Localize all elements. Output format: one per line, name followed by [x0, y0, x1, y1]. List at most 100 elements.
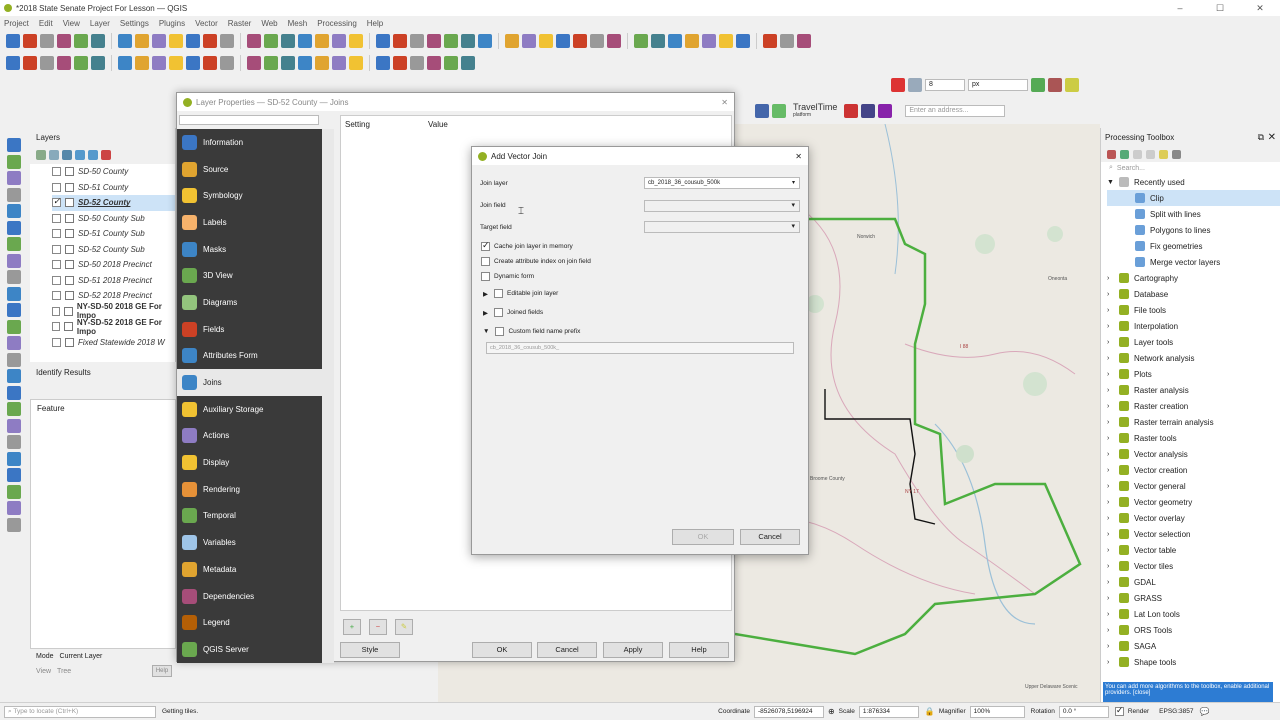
- target-field-select[interactable]: ▾: [644, 221, 800, 233]
- sidebar-item-display[interactable]: Display: [177, 449, 322, 476]
- digitize-tool-2-icon[interactable]: [23, 56, 37, 70]
- magnifier-input[interactable]: 100%: [969, 705, 1025, 718]
- gear-icon[interactable]: [844, 104, 859, 118]
- snap-layer-icon[interactable]: [908, 78, 922, 92]
- main-tool-2-icon[interactable]: [23, 34, 37, 48]
- layer-props-search[interactable]: [179, 115, 319, 125]
- digitize-tool-24-icon[interactable]: [427, 56, 441, 70]
- digitize-tool-8-icon[interactable]: [135, 56, 149, 70]
- sidebar-item-variables[interactable]: Variables: [177, 529, 322, 556]
- expand-arrow-icon[interactable]: ›: [1107, 659, 1119, 666]
- expand-arrow-icon[interactable]: ›: [1107, 627, 1119, 634]
- digitize-tool-5-icon[interactable]: [74, 56, 88, 70]
- digitize-tool-9-icon[interactable]: [152, 56, 166, 70]
- intersection-icon[interactable]: [1065, 78, 1079, 92]
- main-tool-14-icon[interactable]: [247, 34, 261, 48]
- close-toolbox-icon[interactable]: ✕: [1268, 132, 1276, 143]
- trace-icon[interactable]: [1031, 78, 1045, 92]
- dynamic-form-row[interactable]: Dynamic form: [481, 272, 534, 281]
- toolbox-group[interactable]: › Network analysis: [1107, 350, 1280, 366]
- expand-arrow-icon[interactable]: ›: [1107, 595, 1119, 602]
- main-tool-4-icon[interactable]: [57, 34, 71, 48]
- editable-checkbox[interactable]: [494, 289, 503, 298]
- sidebar-item-source[interactable]: Source: [177, 156, 322, 183]
- expand-arrow-icon[interactable]: ›: [1107, 403, 1119, 410]
- toolbox-group[interactable]: › Database: [1107, 286, 1280, 302]
- digitize-tool-13-icon[interactable]: [220, 56, 234, 70]
- main-tool-32-icon[interactable]: [573, 34, 587, 48]
- add-layer-10-icon[interactable]: [7, 286, 21, 301]
- expand-arrow-icon[interactable]: ›: [1107, 611, 1119, 618]
- history-icon[interactable]: [1133, 149, 1142, 159]
- expand-arrow-icon[interactable]: ›: [1107, 371, 1119, 378]
- layer-props-ok-button[interactable]: OK: [472, 642, 532, 658]
- filter-legend-icon[interactable]: [62, 150, 72, 160]
- layer-item[interactable]: SD-50 2018 Precinct: [52, 257, 175, 273]
- expand-arrow-icon[interactable]: ›: [1107, 547, 1119, 554]
- layer-props-cancel-button[interactable]: Cancel: [537, 642, 597, 658]
- main-tool-1-icon[interactable]: [6, 34, 20, 48]
- address-input[interactable]: Enter an address...: [905, 105, 1006, 117]
- identify-help-button[interactable]: Help: [152, 665, 172, 677]
- main-tool-10-icon[interactable]: [169, 34, 183, 48]
- toolbox-group[interactable]: › Layer tools: [1107, 334, 1280, 350]
- index-checkbox[interactable]: [481, 257, 490, 266]
- sidebar-item-symbology[interactable]: Symbology: [177, 182, 322, 209]
- layer-item[interactable]: SD-51 2018 Precinct: [52, 273, 175, 289]
- scripts-icon[interactable]: [1120, 149, 1129, 159]
- expand-arrow-icon[interactable]: ›: [1107, 419, 1119, 426]
- join-layer-select[interactable]: cb_2018_36_cousub_500k ▾: [644, 177, 800, 189]
- sidebar-scrollbar[interactable]: [322, 129, 334, 663]
- add-layer-16-icon[interactable]: [7, 385, 21, 400]
- maximize-button[interactable]: ☐: [1200, 0, 1240, 16]
- digitize-tool-10-icon[interactable]: [169, 56, 183, 70]
- layer-visibility-checkbox[interactable]: [52, 167, 61, 177]
- expand-arrow-icon[interactable]: ›: [1107, 643, 1119, 650]
- menu-vector[interactable]: Vector: [195, 19, 218, 28]
- minimize-button[interactable]: –: [1160, 0, 1200, 16]
- traveltime-logo[interactable]: TravelTime platform: [793, 103, 837, 119]
- expand-arrow-icon[interactable]: ›: [1107, 563, 1119, 570]
- layer-item[interactable]: SD-50 County Sub: [52, 211, 175, 227]
- sidebar-item-qgis-server[interactable]: QGIS Server: [177, 636, 322, 663]
- menu-edit[interactable]: Edit: [39, 19, 53, 28]
- main-tool-11-icon[interactable]: [186, 34, 200, 48]
- toolbox-group[interactable]: › Cartography: [1107, 270, 1280, 286]
- digitize-tool-25-icon[interactable]: [444, 56, 458, 70]
- main-tool-20-icon[interactable]: [349, 34, 363, 48]
- main-tool-9-icon[interactable]: [152, 34, 166, 48]
- main-tool-7-icon[interactable]: [118, 34, 132, 48]
- toolbox-group[interactable]: › Raster terrain analysis: [1107, 414, 1280, 430]
- layer-item[interactable]: NY-SD-50 2018 GE For Impo: [52, 302, 175, 320]
- globe-icon[interactable]: [755, 104, 769, 118]
- toolbox-recent-item[interactable]: Split with lines: [1107, 206, 1280, 222]
- remove-join-icon[interactable]: −: [369, 619, 387, 635]
- sidebar-item-rendering[interactable]: Rendering: [177, 476, 322, 503]
- main-tool-26-icon[interactable]: [461, 34, 475, 48]
- main-tool-36-icon[interactable]: [651, 34, 665, 48]
- main-tool-35-icon[interactable]: [634, 34, 648, 48]
- toolbox-group[interactable]: › GDAL: [1107, 574, 1280, 590]
- render-checkbox[interactable]: [1114, 705, 1124, 716]
- sidebar-item-information[interactable]: Information: [177, 129, 322, 156]
- toolbox-group[interactable]: › Plots: [1107, 366, 1280, 382]
- expand-arrow-icon[interactable]: ›: [1107, 531, 1119, 538]
- toolbox-group[interactable]: › Vector overlay: [1107, 510, 1280, 526]
- network-icon[interactable]: [878, 104, 893, 118]
- sidebar-item-legend[interactable]: Legend: [177, 609, 322, 636]
- layer-visibility-checkbox[interactable]: [52, 306, 61, 316]
- add-layer-11-icon[interactable]: [7, 303, 21, 317]
- add-layer-23-icon[interactable]: [7, 501, 21, 515]
- layer-item[interactable]: SD-50 County: [52, 164, 175, 180]
- menu-raster[interactable]: Raster: [228, 19, 252, 28]
- menu-layer[interactable]: Layer: [90, 19, 110, 28]
- main-tool-3-icon[interactable]: [40, 34, 54, 48]
- toolbox-group[interactable]: › Vector analysis: [1107, 446, 1280, 462]
- add-layer-17-icon[interactable]: [7, 402, 21, 416]
- sidebar-item-attributes-form[interactable]: Attributes Form: [177, 343, 322, 370]
- cache-checkbox[interactable]: [481, 240, 490, 251]
- digitize-tool-7-icon[interactable]: [118, 56, 132, 70]
- toolbox-recent-item[interactable]: Polygons to lines: [1107, 222, 1280, 238]
- add-layer-1-icon[interactable]: [7, 138, 21, 152]
- menu-help[interactable]: Help: [367, 19, 383, 28]
